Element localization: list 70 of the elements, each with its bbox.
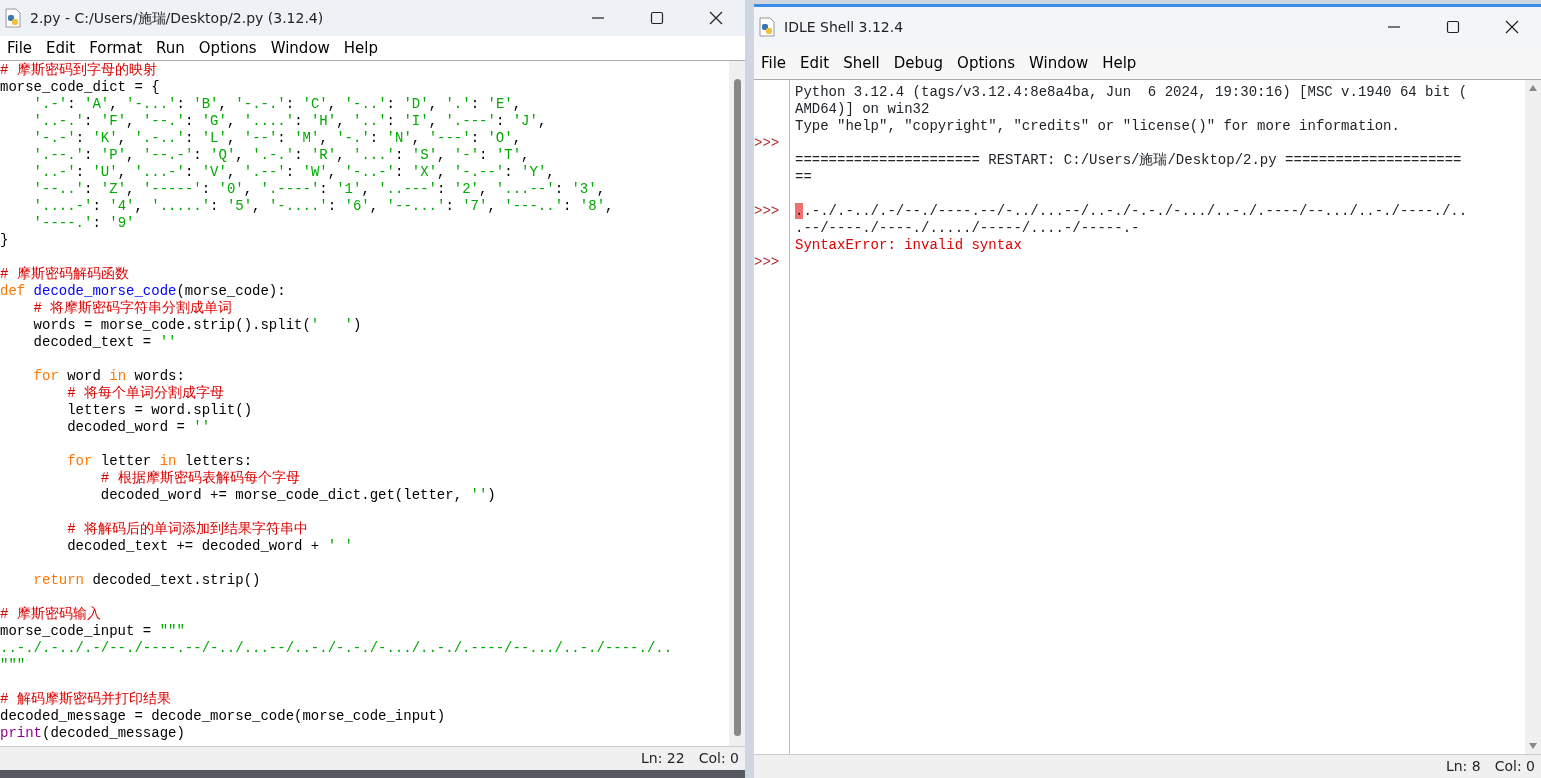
code-line: morse_code_dict = { [0, 79, 161, 96]
menu-item[interactable]: Window [1022, 53, 1096, 73]
line-indicator: Ln: 8 [1445, 757, 1481, 776]
input-line: .-./.-../.-/--./----.--/-../...--/..-./-.-./-.../..-./.----/--.../..-./----./.. [803, 203, 1468, 219]
code-line: '----.': '9' [32, 215, 136, 232]
scroll-up-icon[interactable] [1528, 84, 1538, 92]
code-line: """ [0, 657, 27, 674]
output-line: Python 3.12.4 (tags/v3.12.4:8e8a4ba, Jun 6 2024, 19:30:16) [MSC v.1940 64 bit ( [795, 84, 1468, 100]
menu-item[interactable]: File [0, 38, 40, 58]
menu-item[interactable]: Shell [836, 53, 887, 73]
python-file-icon [4, 8, 22, 28]
menu-item[interactable]: File [754, 53, 794, 73]
error-message: SyntaxError: invalid syntax [795, 237, 1022, 253]
code-line: decoded_text = '' [32, 334, 178, 351]
input-line: .--/----./----./...../-----/....-/-----.- [795, 220, 1140, 236]
menu-item[interactable]: Format [82, 38, 150, 58]
code-line: # 根据摩斯密码表解码每个字母 [99, 470, 301, 487]
output-line: Type "help", "copyright", "credits" or "license()" for more information. [795, 118, 1400, 134]
code-line: # 摩斯密码输入 [0, 606, 102, 623]
code-line: # 摩斯密码到字母的映射 [0, 62, 158, 79]
prompt-marker: >>> [754, 203, 780, 219]
menu-item[interactable]: Debug [886, 53, 951, 73]
code-line: '--..': 'Z', '-----': '0', '.----': '1', '..---': '2', '...--': '3', [32, 181, 607, 198]
code-line: decoded_text += decoded_word + ' ' [66, 538, 354, 555]
code-line: # 将摩斯密码字符串分割成单词 [32, 300, 234, 317]
code-line: decoded_message = decode_morse_code(morse_code_input) [0, 708, 447, 725]
scroll-down-icon[interactable] [1528, 742, 1538, 750]
python-file-icon [758, 17, 776, 37]
code-line: ..-./.-../.-/--./----.--/-../...--/..-./-.-./-.../..-./.----/--.../..-./----./.. [0, 640, 674, 657]
code-line: morse_code_input = """ [0, 623, 186, 640]
code-line: '.-': 'A', '-...': 'B', '-.-.': 'C', '-..': 'D', '.': 'E', [32, 96, 523, 113]
prompt-marker: >>> [754, 135, 780, 151]
menu-item[interactable]: Edit [39, 38, 83, 58]
code-line: def decode_morse_code(morse_code): [0, 283, 287, 300]
code-line: words = morse_code.strip().split(' ') [32, 317, 363, 334]
code-line: decoded_word = '' [66, 419, 212, 436]
output-line: == [795, 169, 812, 185]
output-line: ====================== RESTART: C:/Users/施瑞/Desktop/2.py ===================== [795, 152, 1462, 168]
menu-item[interactable]: Help [1095, 53, 1144, 73]
column-indicator: Col: 0 [1494, 757, 1535, 776]
code-line: return decoded_text.strip() [32, 572, 262, 589]
line-indicator: Ln: 22 [641, 749, 685, 768]
window-title: IDLE Shell 3.12.4 [784, 17, 904, 37]
menu-item[interactable]: Options [191, 38, 264, 58]
code-line: '..-.': 'F', '--.': 'G', '....': 'H', '..': 'I', '.---': 'J', [32, 113, 548, 130]
menu-item[interactable]: Window [263, 38, 337, 58]
scrollbar-thumb[interactable] [733, 79, 741, 736]
code-line: # 将每个单词分割成字母 [66, 385, 225, 402]
code-line: '..-': 'U', '...-': 'V', '.--': 'W', '-..-': 'X', '-.--': 'Y', [32, 164, 556, 181]
code-line: for word in words: [32, 368, 186, 385]
window-title: 2.py - C:/Users/施瑞/Desktop/2.py (3.12.4) [30, 8, 324, 28]
code-line: # 解码摩斯密码并打印结果 [0, 691, 172, 708]
menu-item[interactable]: Options [950, 53, 1022, 73]
code-line: # 摩斯密码解码函数 [0, 266, 130, 283]
code-line: '.--.': 'P', '--.-': 'Q', '.-.': 'R', '...': 'S', '-': 'T', [32, 147, 531, 164]
output-line: AMD64)] on win32 [795, 101, 930, 117]
code-line: for letter in letters: [66, 453, 254, 470]
menu-item[interactable]: Help [336, 38, 386, 58]
code-line: letters = word.split() [66, 402, 254, 419]
code-line: decoded_word += morse_code_dict.get(letter, '') [99, 487, 497, 504]
prompt-marker: >>> [754, 254, 780, 270]
menu-item[interactable]: Edit [793, 53, 837, 73]
code-line: '....-': '4', '.....': '5', '-....': '6', '--...': '7', '---..': '8', [32, 198, 615, 215]
column-indicator: Col: 0 [698, 749, 739, 768]
code-line: print(decoded_message) [0, 725, 186, 742]
code-line: '-.-': 'K', '.-..': 'L', '--': 'M', '-.': 'N', '---': 'O', [32, 130, 523, 147]
menu-item[interactable]: Run [149, 38, 192, 58]
text-cursor: . [795, 203, 804, 219]
code-line: } [0, 232, 10, 249]
code-line: # 将解码后的单词添加到结果字符串中 [66, 521, 309, 538]
